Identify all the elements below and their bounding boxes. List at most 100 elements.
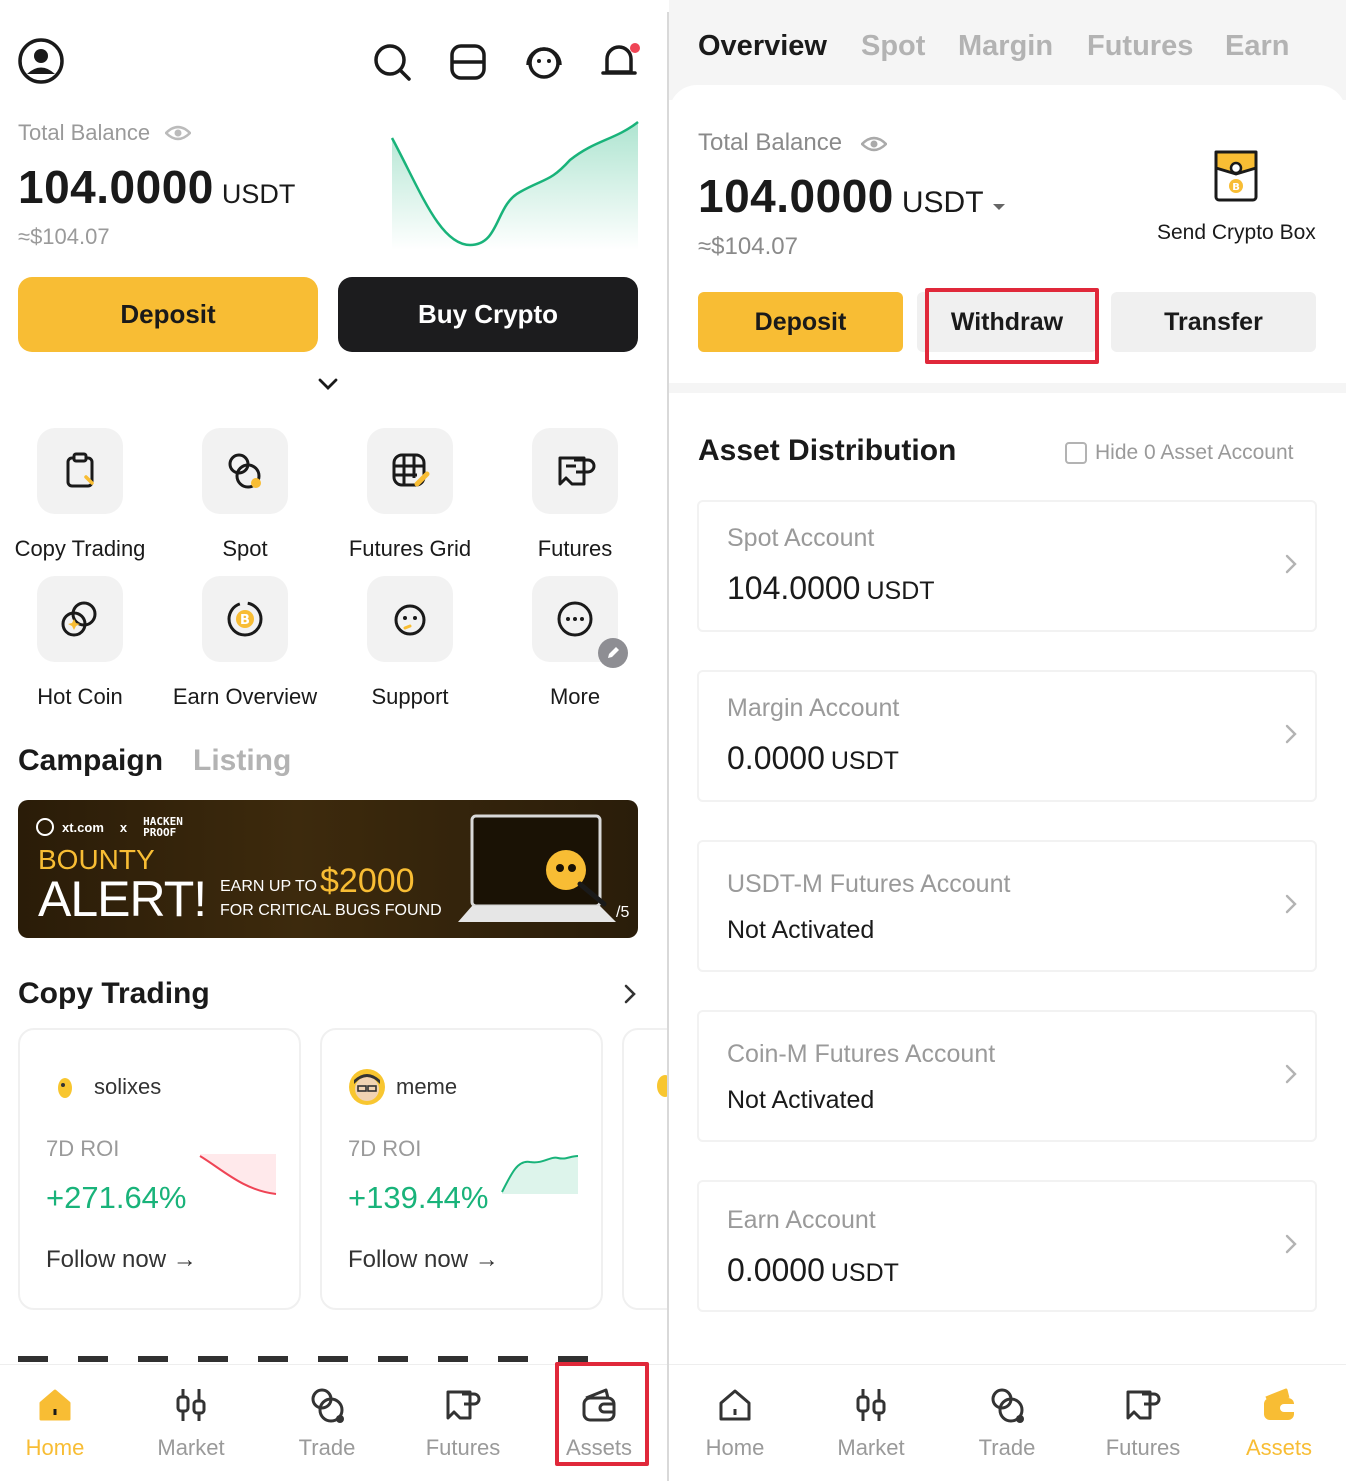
tab-futures[interactable]: Futures (395, 1365, 531, 1481)
shortcut-spot[interactable]: Spot (165, 428, 325, 562)
bounty-banner[interactable]: xt.com x HACKEN PROOF BOUNTY ALERT! EARN… (18, 800, 638, 938)
balance-card: Total Balance 104.0000 USDT ≈$104.07 B Se… (669, 85, 1346, 385)
tab-margin[interactable]: Margin (958, 30, 1053, 63)
trade-icon (988, 1385, 1026, 1425)
tab-label: Futures (425, 1435, 501, 1460)
deposit-button[interactable]: Deposit (698, 292, 903, 352)
chevron-down-icon[interactable] (314, 372, 342, 396)
transfer-button[interactable]: Transfer (1111, 292, 1316, 352)
shortcut-futures[interactable]: Futures (495, 428, 655, 562)
follow-now-link[interactable]: Follow now → (348, 1246, 499, 1274)
xt-logo-icon (36, 818, 54, 836)
total-balance-label: Total Balance (18, 120, 151, 145)
trade-icon (308, 1385, 346, 1425)
trader-name: meme (396, 1074, 458, 1099)
tab-listing[interactable]: Listing (193, 744, 291, 778)
tab-campaign[interactable]: Campaign (18, 744, 163, 778)
shortcut-copy-trading[interactable]: Copy Trading (0, 428, 160, 562)
banner-amount: $2000 (320, 862, 415, 900)
follow-now-link[interactable]: Follow now → (46, 1246, 197, 1274)
support-icon[interactable] (522, 40, 566, 84)
tab-label: Market (837, 1435, 905, 1460)
trader-card[interactable]: meme 7D ROI +139.44% Follow now → (320, 1028, 603, 1310)
tab-trade[interactable]: Trade (939, 1365, 1075, 1481)
balance-unit: USDT (901, 186, 984, 219)
trader-card[interactable]: solixes 7D ROI +271.64% Follow now → (18, 1028, 301, 1310)
account-unit: USDT (830, 1259, 899, 1287)
search-icon[interactable] (370, 40, 414, 84)
roi-sparkline (199, 1154, 277, 1195)
section-divider (669, 383, 1346, 393)
deposit-button[interactable]: Deposit (18, 277, 318, 352)
tab-label: Home (705, 1435, 765, 1460)
eye-icon[interactable] (859, 131, 889, 157)
balance-amount[interactable]: 104.0000 USDT (698, 169, 1006, 223)
spot-account-row[interactable]: Spot Account 104.0000 USDT (697, 500, 1317, 632)
chevron-right-icon[interactable] (618, 982, 642, 1006)
account-amount: 0.0000 (727, 740, 825, 776)
coin-m-futures-account-row[interactable]: Coin-M Futures Account Not Activated (697, 1010, 1317, 1142)
home-icon (717, 1385, 753, 1425)
shortcut-hot-coin[interactable]: Hot Coin (0, 576, 160, 710)
scan-icon[interactable] (446, 40, 490, 84)
svg-text:B: B (240, 613, 250, 628)
tab-trade[interactable]: Trade (259, 1365, 395, 1481)
fiat-value: ≈$104.07 (698, 233, 798, 260)
shortcut-futures-grid[interactable]: Futures Grid (330, 428, 490, 562)
chevron-right-icon (1285, 1064, 1297, 1084)
shortcut-earn-overview[interactable]: B Earn Overview (165, 576, 325, 710)
banner-critical: FOR CRITICAL BUGS FOUND (220, 902, 442, 919)
tab-market[interactable]: Market (123, 1365, 259, 1481)
tab-futures[interactable]: Futures (1075, 1365, 1211, 1481)
roi-label: 7D ROI (348, 1136, 422, 1161)
tab-overview[interactable]: Overview (698, 30, 827, 63)
avatar (50, 1072, 80, 1102)
balance-value: 104.0000 (698, 170, 894, 222)
bell-icon[interactable] (596, 38, 642, 84)
chevron-right-icon (1285, 1234, 1297, 1254)
shortcut-support[interactable]: Support (330, 576, 490, 710)
edit-icon[interactable] (598, 638, 628, 668)
tab-futures[interactable]: Futures (1087, 30, 1193, 63)
futures-icon (1124, 1385, 1162, 1425)
asset-distribution-title: Asset Distribution (698, 434, 957, 467)
account-value: 0.0000 USDT (727, 1252, 899, 1289)
banner-partner: HACKEN PROOF (143, 815, 183, 839)
shortcut-more[interactable]: More (495, 576, 655, 710)
roi-label: 7D ROI (46, 1136, 120, 1161)
next-section-peek (18, 1356, 618, 1362)
copy-trading-title: Copy Trading (18, 977, 210, 1010)
home-screen: Total Balance 104.0000 USDT ≈$104.07 Depo… (0, 0, 667, 1481)
gift-box-icon[interactable]: B (1205, 143, 1265, 205)
balance-amount: 104.0000 USDT (18, 160, 295, 214)
hide-zero-toggle[interactable]: Hide 0 Asset Account (1065, 441, 1293, 465)
account-name: Earn Account (727, 1206, 876, 1234)
caret-down-icon (992, 204, 1005, 210)
eye-icon[interactable] (164, 120, 192, 146)
tab-market[interactable]: Market (803, 1365, 939, 1481)
tab-spot[interactable]: Spot (861, 30, 925, 63)
tab-home[interactable]: Home (0, 1365, 123, 1481)
chevron-right-icon (1285, 894, 1297, 914)
futures-icon (444, 1385, 482, 1425)
earn-account-row[interactable]: Earn Account 0.0000 USDT (697, 1180, 1317, 1312)
shortcut-label: Hot Coin (37, 684, 123, 709)
tab-assets[interactable]: Assets (1211, 1365, 1346, 1481)
candlestick-icon (173, 1385, 209, 1425)
tab-earn[interactable]: Earn (1225, 30, 1289, 63)
withdraw-highlight (925, 288, 1099, 364)
buy-crypto-button[interactable]: Buy Crypto (338, 277, 638, 352)
usdt-m-futures-account-row[interactable]: USDT-M Futures Account Not Activated (697, 840, 1317, 972)
tab-home[interactable]: Home (669, 1365, 803, 1481)
trader-card-partial[interactable] (622, 1028, 667, 1310)
account-name: USDT-M Futures Account (727, 870, 1011, 898)
send-crypto-box-label[interactable]: Send Crypto Box (1157, 221, 1316, 245)
account-name: Spot Account (727, 524, 875, 552)
shortcut-label: Futures (537, 536, 613, 561)
tab-label: Trade (298, 1435, 356, 1460)
checkbox[interactable] (1065, 442, 1087, 464)
margin-account-row[interactable]: Margin Account 0.0000 USDT (697, 670, 1317, 802)
profile-icon[interactable] (16, 36, 66, 86)
account-unit: USDT (830, 747, 899, 775)
banner-brand: xt.com (62, 819, 104, 835)
